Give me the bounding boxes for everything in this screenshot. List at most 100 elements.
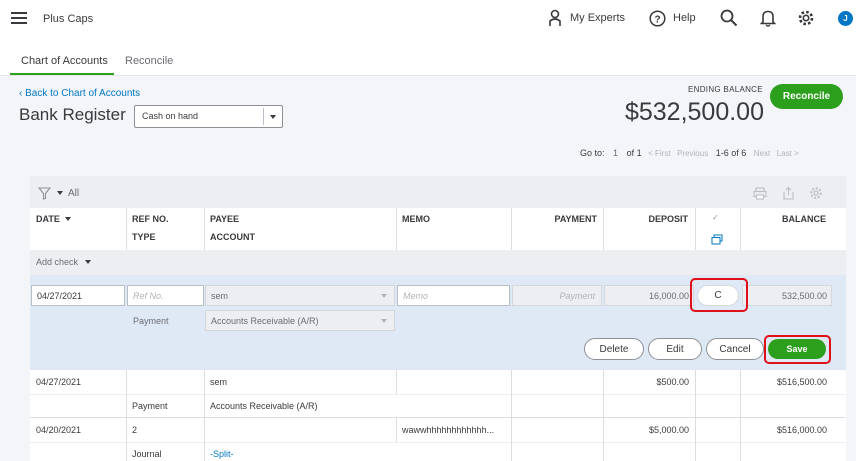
cleared-highlight-box	[690, 278, 748, 312]
column-date-label: DATE	[36, 214, 60, 224]
memo-field[interactable]: Memo	[397, 285, 510, 306]
gear-icon[interactable]	[796, 8, 816, 28]
last-page-link[interactable]: Last >	[777, 149, 799, 158]
deposit-field[interactable]: 16,000.00	[604, 285, 694, 306]
previous-page-link[interactable]: Previous	[677, 149, 708, 158]
chevron-down-icon	[84, 260, 91, 264]
tab-chart-of-accounts[interactable]: Chart of Accounts	[21, 55, 108, 67]
help-button[interactable]: ? Help	[649, 8, 699, 28]
bell-icon[interactable]	[758, 8, 778, 28]
row-account: Accounts Receivable (A/R)	[210, 401, 318, 411]
row-deposit: $500.00	[656, 377, 689, 387]
payment-field[interactable]: Payment	[512, 285, 602, 306]
col-divider	[511, 418, 512, 461]
col-divider	[204, 370, 205, 418]
back-link-label: Back to Chart of Accounts	[25, 88, 141, 99]
col-divider	[740, 208, 741, 250]
page-title: Bank Register	[19, 105, 126, 124]
chevron-down-icon	[381, 294, 387, 298]
row-account-split-link[interactable]: -Split-	[210, 449, 234, 459]
avatar[interactable]: J	[838, 11, 853, 26]
payee-field[interactable]: sem	[205, 285, 395, 306]
row-memo: wawwhhhhhhhhhhhh...	[402, 425, 495, 435]
account-value: Accounts Receivable (A/R)	[211, 315, 319, 326]
row-ref: 2	[132, 425, 138, 435]
print-icon[interactable]	[752, 185, 768, 201]
first-page-link[interactable]: < First	[648, 149, 670, 158]
cancel-button[interactable]: Cancel	[706, 338, 764, 360]
page-number-input[interactable]: 1	[613, 148, 618, 158]
page-of-label: of 1	[626, 148, 642, 158]
table-row[interactable]: 04/20/2021 2 wawwhhhhhhhhhhhh... $5,000.…	[30, 418, 846, 461]
register-header: ‹ Back to Chart of Accounts Bank Registe…	[0, 76, 856, 176]
col-divider	[396, 208, 397, 250]
account-select[interactable]: Cash on hand	[134, 105, 283, 128]
col-divider	[740, 418, 741, 461]
col-divider	[740, 370, 741, 418]
row-date: 04/27/2021	[36, 377, 82, 387]
column-date[interactable]: DATE	[36, 214, 72, 224]
col-divider	[396, 418, 397, 442]
ref-no-field[interactable]: Ref No.	[127, 285, 204, 306]
col-divider	[126, 418, 127, 461]
table-toolbar: All	[30, 176, 846, 208]
ref-no-placeholder: Ref No.	[133, 290, 164, 301]
col-divider	[511, 370, 512, 418]
cleared-check-icon: ✓	[712, 213, 719, 222]
col-divider	[204, 418, 205, 461]
filter-button[interactable]: All	[38, 185, 88, 201]
save-highlight-box	[764, 335, 831, 364]
delete-button[interactable]: Delete	[584, 338, 644, 360]
row-deposit: $5,000.00	[648, 425, 689, 435]
add-check-label: Add check	[36, 257, 79, 267]
tab-reconcile[interactable]: Reconcile	[125, 55, 173, 67]
col-divider	[396, 370, 397, 394]
account-field[interactable]: Accounts Receivable (A/R)	[205, 310, 395, 331]
col-divider	[603, 370, 604, 418]
row-mid-divider	[30, 394, 846, 395]
reconcile-button[interactable]: Reconcile	[770, 84, 843, 109]
type-field: Payment	[127, 310, 204, 331]
edit-button[interactable]: Edit	[648, 338, 702, 360]
pagination: Go to: 1 of 1 < First Previous 1-6 of 6 …	[580, 148, 799, 158]
row-payee: sem	[210, 377, 228, 387]
add-check-row: Add check	[30, 250, 846, 275]
column-payee: PAYEE	[210, 214, 240, 224]
col-divider	[126, 208, 127, 250]
page-range: 1-6 of 6	[715, 148, 747, 158]
chevron-down-icon	[381, 319, 387, 323]
column-balance: BALANCE	[782, 214, 826, 224]
ending-balance-label: ENDING BALANCE	[688, 85, 763, 94]
export-icon[interactable]	[780, 185, 796, 201]
date-field[interactable]: 04/27/2021	[31, 285, 125, 306]
row-balance: $516,500.00	[776, 377, 827, 387]
col-divider	[695, 208, 696, 250]
col-divider	[603, 208, 604, 250]
menu-icon[interactable]	[10, 10, 28, 26]
tab-bar: Chart of Accounts Reconcile	[0, 38, 856, 76]
col-divider	[603, 418, 604, 461]
memo-placeholder: Memo	[403, 290, 429, 301]
chevron-down-icon	[270, 115, 276, 119]
back-link[interactable]: ‹ Back to Chart of Accounts	[19, 88, 140, 99]
select-divider	[263, 108, 264, 125]
row-balance: $516,000.00	[776, 425, 827, 435]
next-page-link[interactable]: Next	[754, 149, 770, 158]
copy-icon[interactable]	[711, 232, 723, 250]
column-deposit: DEPOSIT	[648, 214, 688, 224]
avatar-letter: J	[843, 14, 848, 23]
payee-value: sem	[211, 290, 229, 301]
column-type: TYPE	[132, 232, 156, 242]
column-header: DATE REF NO. TYPE PAYEE ACCOUNT MEMO PAY…	[30, 208, 846, 250]
funnel-icon	[38, 186, 51, 200]
filter-caret-icon	[57, 191, 63, 195]
add-check-button[interactable]: Add check	[36, 257, 91, 267]
my-experts-button[interactable]: My Experts	[548, 8, 628, 28]
search-icon[interactable]	[719, 8, 739, 28]
payment-placeholder: Payment	[559, 290, 595, 301]
table-settings-gear-icon[interactable]	[808, 185, 824, 201]
row-type: Payment	[132, 401, 168, 411]
table-row[interactable]: 04/27/2021 sem $500.00 $516,500.00 Payme…	[30, 370, 846, 418]
register-table: All DATE REF NO. TYPE PAYEE ACCOUNT MEMO…	[30, 176, 846, 461]
company-name: Plus Caps	[43, 13, 94, 25]
